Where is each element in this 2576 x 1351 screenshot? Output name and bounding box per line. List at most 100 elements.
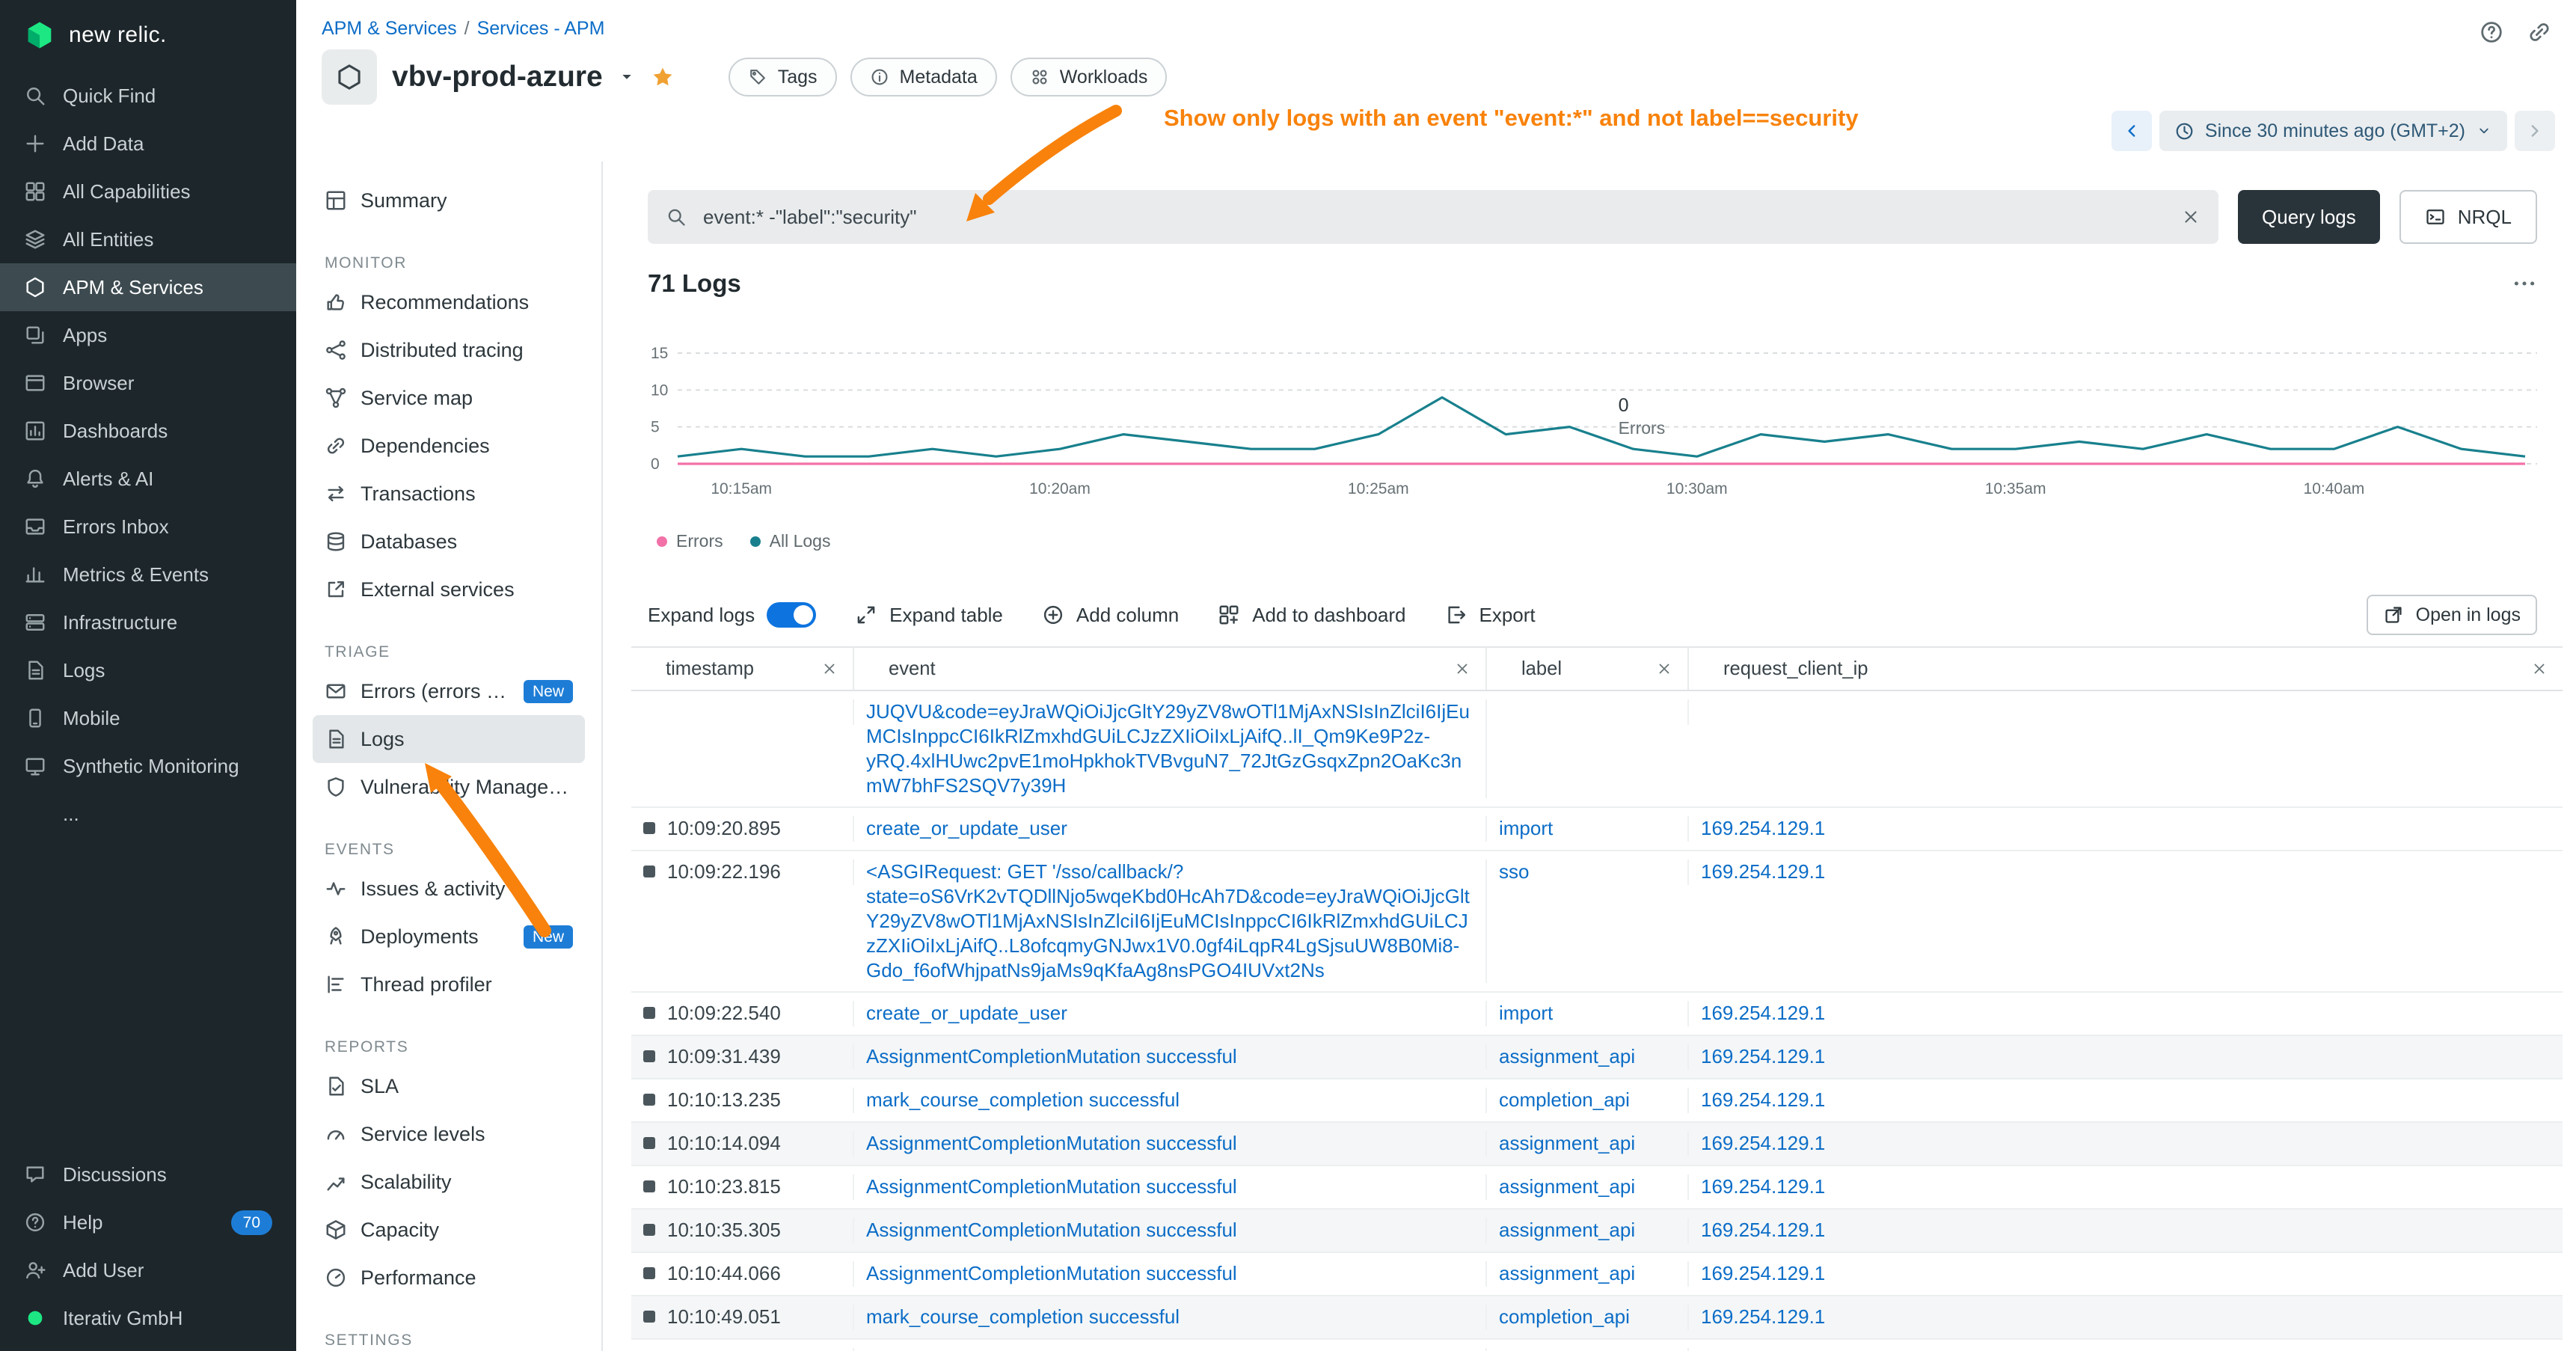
label-link[interactable]: assignment_api [1499,1348,1672,1351]
table-row[interactable]: 10:09:20.895 create_or_update_user impor… [631,808,2563,851]
time-back-button[interactable] [2112,111,2152,151]
ip-link[interactable]: 169.254.129.1 [1701,1348,2548,1351]
permalink-icon[interactable] [2527,19,2552,45]
row-handle-icon[interactable] [643,1224,655,1236]
breadcrumb-link-apm-services[interactable]: APM & Services [322,18,457,39]
column-header-timestamp[interactable]: timestamp [631,648,854,690]
subnav-entry[interactable]: TRIAGE [313,637,585,667]
ip-link[interactable]: 169.254.129.1 [1701,1088,2548,1112]
sidebar-footer-item[interactable]: Discussions [0,1151,296,1198]
log-search-box[interactable] [648,190,2218,244]
label-link[interactable]: assignment_api [1499,1261,1672,1286]
ip-link[interactable]: 169.254.129.1 [1701,1305,2548,1329]
table-row[interactable]: 10:10:13.235 mark_course_completion succ… [631,1079,2563,1123]
ip-link[interactable]: 169.254.129.1 [1701,1044,2548,1069]
row-handle-icon[interactable] [643,1050,655,1062]
sidebar-footer-item[interactable]: Iterativ GmbH [0,1294,296,1342]
remove-column-icon[interactable] [1656,661,1672,677]
event-link[interactable]: AssignmentCompletionMutation successful [866,1218,1471,1243]
sidebar-item[interactable]: APM & Services [0,263,296,311]
subnav-entry[interactable]: Logs [313,715,585,763]
subnav-entry[interactable]: Dependencies [313,422,585,470]
label-link[interactable]: assignment_api [1499,1044,1672,1069]
table-row[interactable]: 10:11:00.311 AssignmentCompletionMutatio… [631,1340,2563,1351]
label-link[interactable]: import [1499,816,1672,841]
time-range-picker[interactable]: Since 30 minutes ago (GMT+2) [2159,111,2507,151]
sidebar-item[interactable]: Metrics & Events [0,551,296,598]
query-logs-button[interactable]: Query logs [2238,190,2380,244]
sidebar-item[interactable]: ... [0,790,296,838]
favorite-star-icon[interactable] [651,65,675,89]
subnav-entry[interactable]: Databases [313,518,585,566]
event-link[interactable]: AssignmentCompletionMutation successful [866,1261,1471,1286]
subnav-entry[interactable]: Service levels [313,1110,585,1158]
table-row[interactable]: 10:10:44.066 AssignmentCompletionMutatio… [631,1253,2563,1296]
entity-switcher-caret-icon[interactable] [618,68,636,86]
label-link[interactable]: assignment_api [1499,1218,1672,1243]
remove-column-icon[interactable] [821,661,838,677]
row-handle-icon[interactable] [643,1007,655,1019]
row-handle-icon[interactable] [643,1267,655,1279]
event-link[interactable]: AssignmentCompletionMutation successful [866,1348,1471,1351]
add-to-dashboard-button[interactable]: Add to dashboard [1218,604,1405,627]
expand-logs-toggle[interactable] [767,602,816,628]
add-column-button[interactable]: Add column [1042,604,1179,627]
event-link[interactable]: create_or_update_user [866,816,1471,841]
subnav-entry[interactable]: MONITOR [313,248,585,278]
subnav-entry[interactable]: Capacity [313,1206,585,1254]
sidebar-item[interactable]: Synthetic Monitoring [0,742,296,790]
nrql-button[interactable]: NRQL [2399,190,2537,244]
sidebar-item[interactable]: Apps [0,311,296,359]
open-in-logs-button[interactable]: Open in logs [2367,595,2537,635]
help-icon[interactable] [2479,19,2504,45]
subnav-entry[interactable]: Recommendations [313,278,585,326]
column-header-label[interactable]: label [1487,648,1689,690]
entity-chip-button[interactable]: Workloads [1011,58,1168,96]
sidebar-item[interactable]: Alerts & AI [0,455,296,503]
table-row[interactable]: 10:10:49.051 mark_course_completion succ… [631,1296,2563,1340]
row-handle-icon[interactable] [643,1137,655,1149]
event-link[interactable]: AssignmentCompletionMutation successful [866,1174,1471,1199]
subnav-entry[interactable]: Scalability [313,1158,585,1206]
subnav-entry[interactable]: External services [313,566,585,613]
ip-link[interactable]: 169.254.129.1 [1701,860,2548,884]
column-header-event[interactable]: event [854,648,1487,690]
row-handle-icon[interactable] [643,1311,655,1323]
subnav-entry[interactable]: Transactions [313,470,585,518]
sidebar-item[interactable]: Infrastructure [0,598,296,646]
expand-table-button[interactable]: Expand table [855,604,1003,627]
sidebar-item[interactable]: Mobile [0,694,296,742]
sidebar-item[interactable]: All Entities [0,215,296,263]
entity-chip-button[interactable]: Metadata [850,58,997,96]
ip-link[interactable]: 169.254.129.1 [1701,1131,2548,1156]
table-row[interactable]: 10:09:22.196 <ASGIRequest: GET '/sso/cal… [631,851,2563,993]
sidebar-item[interactable]: Errors Inbox [0,503,296,551]
label-link[interactable]: import [1499,1001,1672,1026]
sidebar-item[interactable]: Quick Find [0,72,296,120]
subnav-entry[interactable]: Vulnerability Management [313,763,585,811]
table-row[interactable]: 10:09:22.540 create_or_update_user impor… [631,993,2563,1036]
event-link[interactable]: JUQVU&code=eyJraWQiOiJjcGltY29yZV8wOTl1M… [866,699,1471,798]
label-link[interactable]: completion_api [1499,1088,1672,1112]
subnav-entry[interactable]: Issues & activity [313,865,585,913]
sidebar-footer-item[interactable]: Add User [0,1246,296,1294]
subnav-entry[interactable]: Distributed tracing [313,326,585,374]
table-row[interactable]: 10:10:23.815 AssignmentCompletionMutatio… [631,1166,2563,1210]
sidebar-item[interactable]: Add Data [0,120,296,168]
more-options-icon[interactable] [2512,271,2537,296]
sidebar-item[interactable]: Dashboards [0,407,296,455]
legend-item[interactable]: Errors [657,531,723,551]
row-handle-icon[interactable] [643,822,655,834]
subnav-entry[interactable]: EVENTS [313,835,585,865]
subnav-entry[interactable]: Performance [313,1254,585,1302]
event-link[interactable]: <ASGIRequest: GET '/sso/callback/?state=… [866,860,1471,983]
legend-item[interactable]: All Logs [750,531,831,551]
subnav-entry[interactable]: SLA [313,1062,585,1110]
remove-column-icon[interactable] [1454,661,1471,677]
subnav-entry[interactable]: SETTINGS [313,1326,585,1351]
table-row[interactable]: 10:09:31.439 AssignmentCompletionMutatio… [631,1036,2563,1079]
subnav-entry[interactable]: Summary [313,177,585,224]
ip-link[interactable]: 169.254.129.1 [1701,1001,2548,1026]
sidebar-item[interactable]: Browser [0,359,296,407]
subnav-entry[interactable]: Thread profiler [313,961,585,1008]
